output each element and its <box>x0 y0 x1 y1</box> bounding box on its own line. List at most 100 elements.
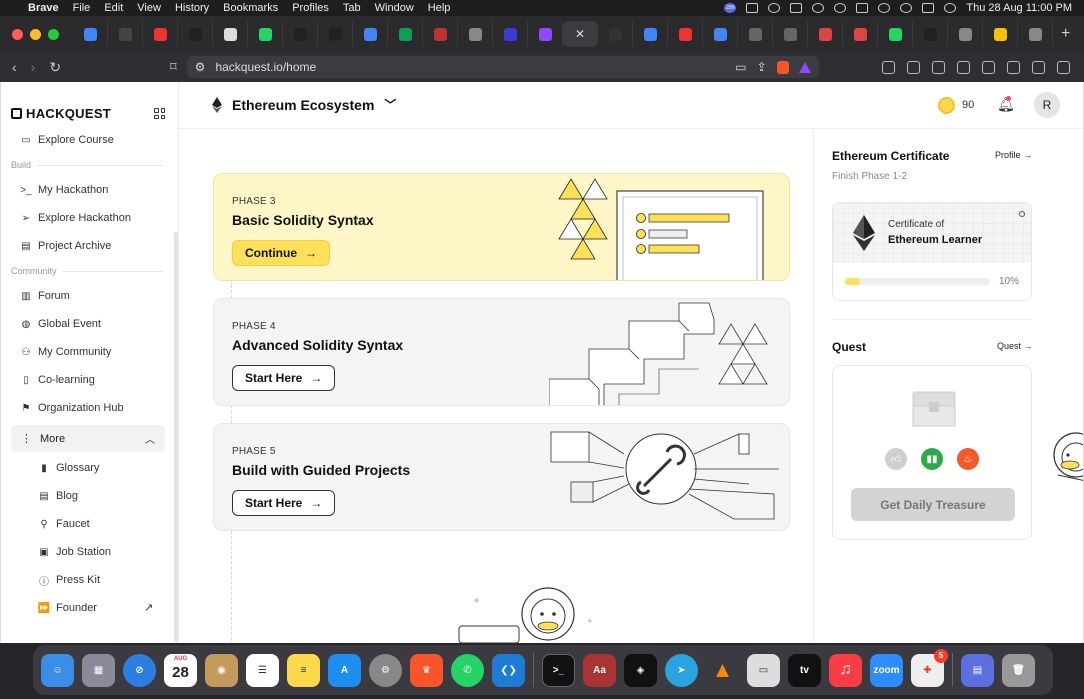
menu-tab[interactable]: Tab <box>343 2 361 14</box>
sidebar-item-blog[interactable]: ▤ Blog <box>38 490 78 502</box>
browser-tab[interactable] <box>703 21 738 47</box>
profile-link[interactable]: Profile → <box>995 150 1032 160</box>
vlc-status-icon[interactable] <box>746 3 759 13</box>
notes-icon[interactable]: ≡ <box>287 653 320 687</box>
sidebar-item-co-learning[interactable]: ▯ Co-learning <box>20 374 95 386</box>
menu-help[interactable]: Help <box>428 2 451 14</box>
phase-card-3[interactable]: PHASE 3 Basic Solidity Syntax Continue → <box>213 173 790 281</box>
browser-tab[interactable] <box>668 21 703 47</box>
browser-tab[interactable] <box>633 21 668 47</box>
browser-tab[interactable] <box>598 21 633 47</box>
site-info-icon[interactable]: ⚙ <box>195 60 206 74</box>
start-here-button[interactable]: Start Here → <box>232 490 336 516</box>
close-window-button[interactable] <box>12 28 23 40</box>
continue-button[interactable]: Continue → <box>232 240 330 266</box>
apple-tv-icon[interactable]: tv <box>788 653 821 687</box>
music-icon[interactable] <box>932 60 945 74</box>
back-icon[interactable]: ‹ <box>12 59 17 76</box>
browser-tab[interactable] <box>948 21 983 47</box>
quest-link[interactable]: Quest → <box>997 341 1033 351</box>
menu-file[interactable]: File <box>73 2 91 14</box>
terminal-app-icon[interactable]: >_ <box>542 653 575 687</box>
browser-tab[interactable] <box>738 21 773 47</box>
contacts-icon[interactable]: ◉ <box>205 653 238 687</box>
browser-tab[interactable] <box>1018 21 1053 47</box>
calendar-icon[interactable]: AUG 28 <box>164 653 197 687</box>
sidebar-item-global-event[interactable]: ◍ Global Event <box>20 318 101 330</box>
unity-icon[interactable]: ◈ <box>624 653 657 687</box>
whatsapp-icon[interactable]: ✆ <box>451 653 484 687</box>
sidebar-item-glossary[interactable]: ▮ Glossary <box>38 462 99 474</box>
telegram-icon[interactable]: ➤ <box>665 653 698 687</box>
certificate-card[interactable]: Certificate of Ethereum Learner 10% <box>832 202 1032 301</box>
browser-tab[interactable] <box>878 21 913 47</box>
cast-icon[interactable]: ▭ <box>735 60 746 74</box>
browser-tab[interactable] <box>388 21 423 47</box>
leo-ai-icon[interactable] <box>1007 60 1020 74</box>
start-here-button[interactable]: Start Here → <box>232 365 336 391</box>
brave-browser-icon[interactable]: ♛ <box>410 653 443 687</box>
browser-tab[interactable] <box>843 21 878 47</box>
browser-tab[interactable] <box>213 21 248 47</box>
menu-edit[interactable]: Edit <box>104 2 123 14</box>
wifi-icon[interactable] <box>878 3 891 13</box>
brave-shields-icon[interactable] <box>776 60 789 74</box>
sidebar-item-my-community[interactable]: ⚇ My Community <box>20 346 112 358</box>
avatar[interactable]: R <box>1034 92 1060 118</box>
browser-tab[interactable] <box>983 21 1018 47</box>
app-store-icon[interactable]: A <box>328 653 361 687</box>
new-tab-button[interactable]: + <box>1053 25 1070 43</box>
share-icon[interactable]: ⇪ <box>757 60 767 74</box>
vlc-icon[interactable]: ▲ <box>706 654 739 687</box>
sidebar-scrollbar[interactable] <box>174 232 178 642</box>
browser-tab[interactable] <box>283 21 318 47</box>
browser-tab[interactable] <box>353 21 388 47</box>
system-settings-icon[interactable]: ⚙ <box>369 653 402 687</box>
search-icon[interactable] <box>900 3 913 13</box>
dictionary-icon[interactable]: Aa <box>583 653 616 687</box>
battery-icon[interactable] <box>856 3 869 13</box>
get-daily-treasure-button[interactable]: Get Daily Treasure <box>851 488 1015 521</box>
vscode-icon[interactable]: ❮❯ <box>492 653 525 687</box>
safari-icon[interactable]: ⊘ <box>123 653 156 687</box>
menu-view[interactable]: View <box>137 2 161 14</box>
bookmark-icon[interactable]: ⌑ <box>170 59 177 75</box>
browser-tab[interactable] <box>493 21 528 47</box>
hackquest-logo[interactable]: HACKQUEST <box>11 106 111 121</box>
browser-tab[interactable] <box>913 21 948 47</box>
phase-card-4[interactable]: PHASE 4 Advanced Solidity Syntax Start H… <box>213 298 790 406</box>
browser-tab[interactable] <box>108 21 143 47</box>
phase-card-5[interactable]: PHASE 5 Build with Guided Projects Start… <box>213 423 790 531</box>
browser-tab[interactable] <box>318 21 353 47</box>
sidebar-item-project-archive[interactable]: ▤ Project Archive <box>20 240 111 252</box>
menu-history[interactable]: History <box>175 2 209 14</box>
browser-tab[interactable] <box>773 21 808 47</box>
url-text[interactable]: hackquest.io/home <box>215 60 316 74</box>
sidebar-item-my-hackathon[interactable]: >_ My Hackathon <box>20 184 108 196</box>
menu-profiles[interactable]: Profiles <box>292 2 329 14</box>
siri-icon[interactable] <box>944 3 957 13</box>
menu-window[interactable]: Window <box>375 2 414 14</box>
menu-app-name[interactable]: Brave <box>28 2 59 14</box>
active-browser-tab[interactable]: ✕ <box>563 21 598 47</box>
menu-bookmarks[interactable]: Bookmarks <box>223 2 278 14</box>
browser-tab[interactable] <box>143 21 178 47</box>
app-store-updates-icon[interactable]: ✚ 5 <box>911 648 948 687</box>
play-icon[interactable] <box>834 3 847 13</box>
browser-tab[interactable] <box>178 21 213 47</box>
forward-icon[interactable]: › <box>31 59 36 76</box>
menubar-clock[interactable]: Thu 28 Aug 11:00 PM <box>966 2 1072 14</box>
status-icon[interactable] <box>768 3 781 13</box>
browser-tab[interactable] <box>458 21 493 47</box>
moon-icon[interactable] <box>812 3 825 13</box>
sidebar-item-faucet[interactable]: ⚲ Faucet <box>38 518 89 530</box>
browser-tab[interactable] <box>423 21 458 47</box>
preview-icon[interactable]: ▭ <box>747 653 780 687</box>
apps-grid-icon[interactable] <box>154 108 165 119</box>
brave-rewards-icon[interactable] <box>798 61 811 73</box>
sidebar-item-explore-course[interactable]: ▭ Explore Course <box>20 134 114 146</box>
sidebar-item-job-station[interactable]: ▣ Job Station <box>38 546 111 558</box>
sidebar-more-toggle[interactable]: ⋮ More ︿ <box>11 425 165 452</box>
duck-helper-mascot[interactable] <box>1048 429 1084 499</box>
launchpad-icon[interactable]: ▦ <box>82 653 115 687</box>
